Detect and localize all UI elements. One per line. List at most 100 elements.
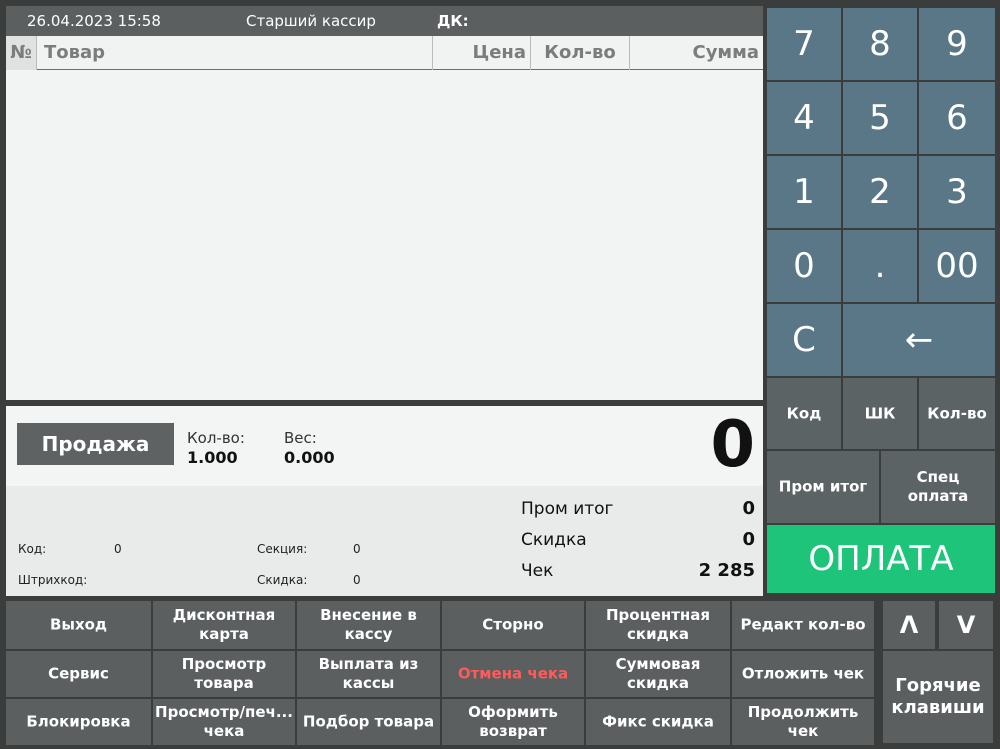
quantity-button-label: Кол-во: [927, 404, 987, 422]
scroll-down-button[interactable]: V: [939, 601, 993, 649]
key-0[interactable]: 0: [767, 230, 841, 302]
key-clear[interactable]: C: [767, 304, 841, 376]
cash-in-button-label: Внесение в кассу: [320, 606, 417, 643]
key-6[interactable]: 6: [919, 82, 995, 154]
key-3[interactable]: 3: [919, 156, 995, 228]
items-list[interactable]: [6, 70, 763, 400]
discount-value: 0: [353, 573, 361, 587]
check-total-value: 2 285: [698, 560, 755, 581]
edit-qty-button[interactable]: Редакт кол-во: [732, 601, 874, 649]
status-bar: 26.04.2023 15:58 Старший кассир ДК:: [6, 6, 763, 36]
hotkeys-button[interactable]: Горячие клавиши: [883, 651, 993, 743]
sale-info-panel: Продажа Кол-во: 1.000 Вес: 0.000 0 Код: …: [6, 406, 763, 596]
make-return-button-label: Оформить возврат: [468, 703, 558, 740]
code-button-label: Код: [786, 404, 822, 422]
quantity-button[interactable]: Кол-во: [919, 378, 995, 449]
weight-label: Вес:: [284, 429, 317, 447]
down-arrow-icon: V: [956, 611, 976, 639]
key-3-label: 3: [946, 172, 968, 212]
section-value: 0: [353, 542, 361, 556]
discount-label: Скидка:: [257, 573, 308, 587]
continue-check-button-label: Продолжить чек: [747, 703, 859, 740]
key-backspace[interactable]: ←: [843, 304, 995, 376]
key-dot-label: .: [874, 246, 886, 286]
key-clear-label: C: [792, 320, 816, 360]
sale-info-top: Продажа Кол-во: 1.000 Вес: 0.000 0: [6, 406, 763, 486]
barcode-button-label: ШК: [864, 404, 896, 422]
key-4[interactable]: 4: [767, 82, 841, 154]
key-7[interactable]: 7: [767, 8, 841, 80]
continue-check-button[interactable]: Продолжить чек: [732, 699, 874, 745]
storno-button[interactable]: Сторно: [442, 601, 584, 649]
qty-label: Кол-во:: [187, 429, 245, 447]
item-selection-button[interactable]: Подбор товара: [297, 699, 440, 745]
subtotal-label: Пром итог: [521, 499, 614, 519]
key-8-label: 8: [869, 24, 891, 64]
fixed-discount-button[interactable]: Фикс скидка: [586, 699, 730, 745]
pos-screen: 26.04.2023 15:58 Старший кассир ДК: № То…: [0, 0, 1000, 749]
key-00[interactable]: 00: [919, 230, 995, 302]
subtotal-button-label: Пром итог: [778, 477, 868, 496]
col-number: №: [6, 36, 37, 70]
code-value: 0: [114, 542, 122, 556]
cash-out-button[interactable]: Выплата из кассы: [297, 651, 440, 697]
key-dot[interactable]: .: [843, 230, 917, 302]
view-item-button-label: Просмотр товара: [181, 655, 267, 692]
sale-info-bottom: Код: 0 Штрихкод: Секция: 0 Скидка: 0 Про…: [6, 486, 763, 596]
key-5-label: 5: [869, 98, 891, 138]
key-8[interactable]: 8: [843, 8, 917, 80]
receipt-panel: 26.04.2023 15:58 Старший кассир ДК: № То…: [6, 6, 763, 596]
cancel-check-button[interactable]: Отмена чека: [442, 651, 584, 697]
key-4-label: 4: [793, 98, 815, 138]
exit-button-label: Выход: [49, 615, 108, 634]
defer-check-button[interactable]: Отложить чек: [732, 651, 874, 697]
view-print-check-button-label: Просмотр/печ... чека: [155, 703, 293, 740]
cash-in-button[interactable]: Внесение в кассу: [297, 601, 440, 649]
subtotal-button[interactable]: Пром итог: [767, 451, 879, 523]
lock-button[interactable]: Блокировка: [6, 699, 151, 745]
col-qty: Кол-во: [530, 36, 629, 70]
sum-discount-button-label: Суммовая скидка: [615, 655, 701, 692]
code-button[interactable]: Код: [767, 378, 841, 449]
view-print-check-button[interactable]: Просмотр/печ... чека: [153, 699, 295, 745]
key-5[interactable]: 5: [843, 82, 917, 154]
view-item-button[interactable]: Просмотр товара: [153, 651, 295, 697]
key-9[interactable]: 9: [919, 8, 995, 80]
code-label: Код:: [18, 542, 47, 556]
barcode-label: Штрихкод:: [18, 573, 88, 587]
hotkeys-button-label: Горячие клавиши: [891, 675, 985, 718]
service-button-label: Сервис: [48, 664, 109, 683]
percent-discount-button[interactable]: Процентная скидка: [586, 601, 730, 649]
key-00-label: 00: [935, 246, 979, 286]
up-arrow-icon: Λ: [899, 611, 919, 639]
sum-discount-button[interactable]: Суммовая скидка: [586, 651, 730, 697]
edit-qty-button-label: Редакт кол-во: [740, 615, 866, 634]
item-selection-button-label: Подбор товара: [302, 712, 435, 731]
key-2-label: 2: [869, 172, 891, 212]
qty-value: 1.000: [187, 448, 238, 467]
discount-card-button-label: Дисконтная карта: [172, 606, 276, 643]
exit-button[interactable]: Выход: [6, 601, 151, 649]
sale-mode-button[interactable]: Продажа: [17, 423, 174, 465]
special-payment-button[interactable]: Спец оплата: [881, 451, 995, 523]
lock-button-label: Блокировка: [26, 712, 131, 731]
service-button[interactable]: Сервис: [6, 651, 151, 697]
defer-check-button-label: Отложить чек: [741, 664, 865, 683]
scroll-up-button[interactable]: Λ: [883, 601, 935, 649]
barcode-button[interactable]: ШК: [843, 378, 917, 449]
key-0-label: 0: [793, 246, 815, 286]
section-label: Секция:: [257, 542, 308, 556]
cancel-check-button-label: Отмена чека: [457, 664, 569, 683]
subtotal-value: 0: [742, 498, 755, 519]
col-price: Цена: [432, 36, 530, 70]
key-2[interactable]: 2: [843, 156, 917, 228]
make-return-button[interactable]: Оформить возврат: [442, 699, 584, 745]
key-1[interactable]: 1: [767, 156, 841, 228]
cash-out-button-label: Выплата из кассы: [318, 655, 419, 692]
discount-card-button[interactable]: Дисконтная карта: [153, 601, 295, 649]
weight-value: 0.000: [284, 448, 335, 467]
col-sum: Сумма: [629, 36, 763, 70]
pay-button[interactable]: ОПЛАТА: [767, 525, 995, 593]
key-7-label: 7: [793, 24, 815, 64]
discount-total-value: 0: [742, 529, 755, 550]
